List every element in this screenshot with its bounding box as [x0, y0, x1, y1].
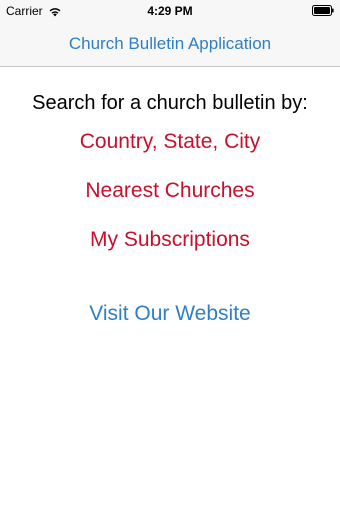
search-prompt: Search for a church bulletin by: [32, 92, 308, 114]
my-subscriptions-link[interactable]: My Subscriptions [0, 228, 340, 252]
nav-title: Church Bulletin Application [68, 34, 272, 53]
visit-website-link[interactable]: Visit Our Website [0, 302, 340, 326]
battery-icon [312, 5, 334, 16]
status-time: 4:29 PM [147, 4, 193, 18]
nearest-churches-link[interactable]: Nearest Churches [0, 179, 340, 203]
country-state-city-link[interactable]: Country, State, City [0, 130, 340, 154]
navigation-bar: Church Bulletin Application [0, 22, 340, 67]
status-bar: Carrier 4:29 PM [0, 0, 340, 22]
